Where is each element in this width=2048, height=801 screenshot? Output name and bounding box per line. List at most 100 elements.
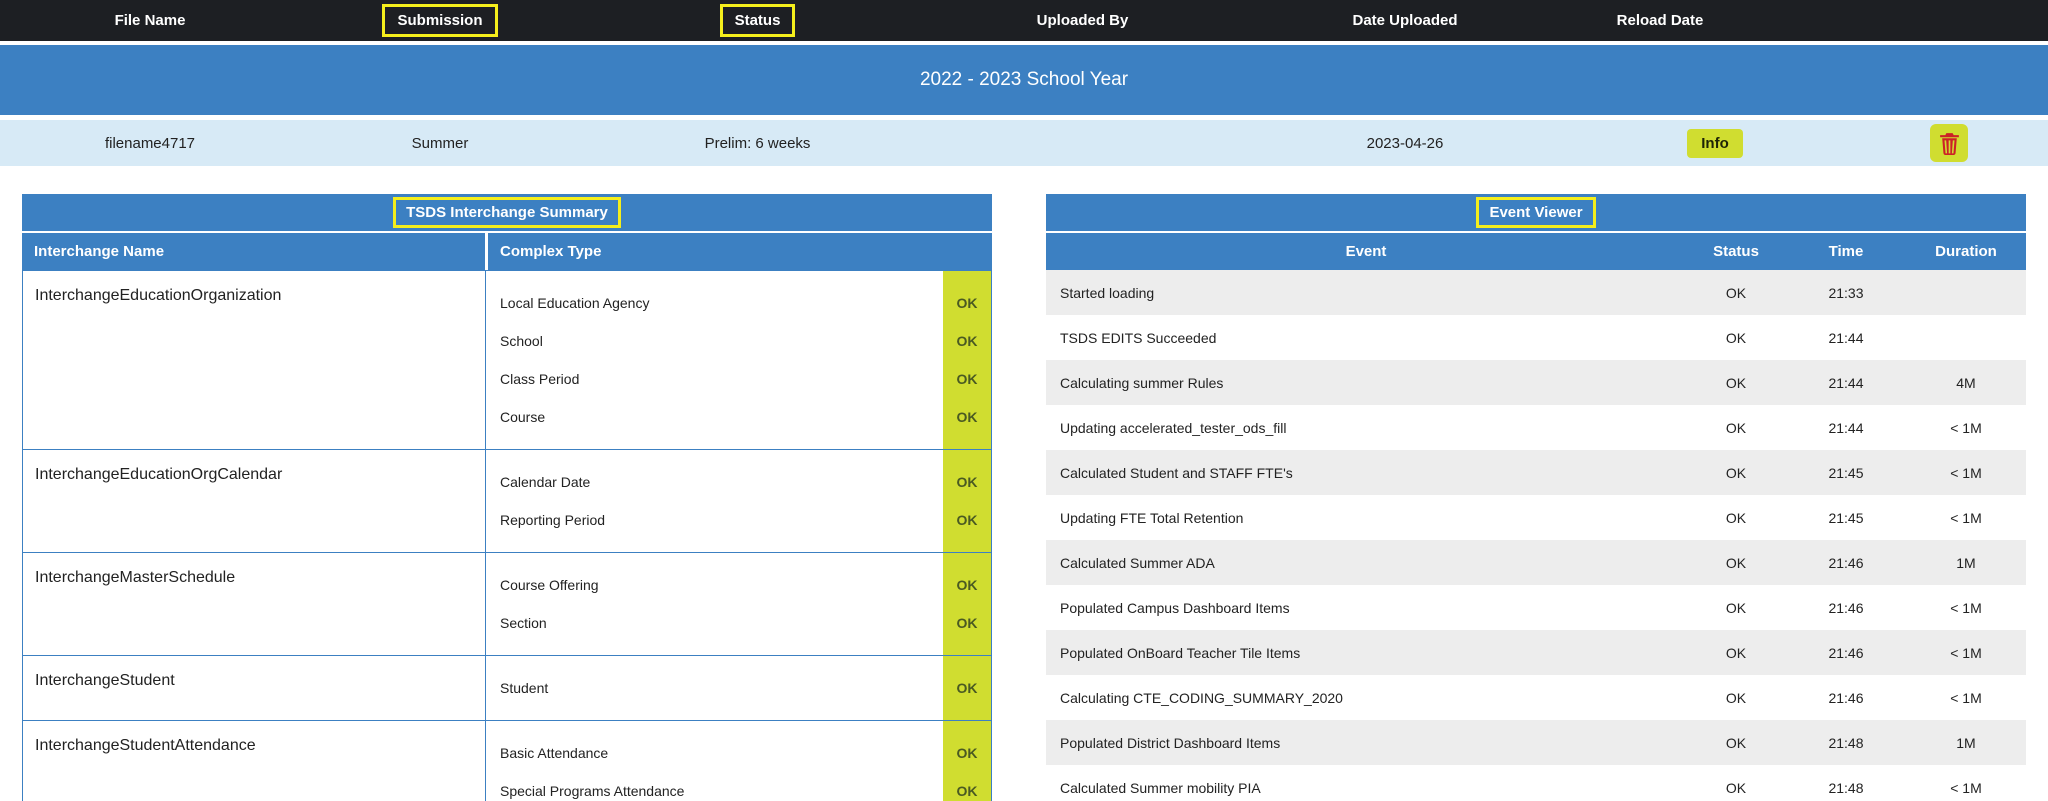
complex-type-row: Course Offering OK <box>486 566 991 604</box>
panels-area: TSDS Interchange Summary Interchange Nam… <box>0 166 2048 801</box>
status-cell: OK <box>1725 329 1747 346</box>
interchange-name: InterchangeEducationOrganization <box>23 271 486 449</box>
duration-cell: < 1M <box>1950 644 1982 661</box>
column-header-duration: Duration <box>1935 243 1997 260</box>
complex-type-list: Student OK <box>486 656 991 720</box>
complex-type-label: Special Programs Attendance <box>500 783 685 799</box>
complex-type-row: School OK <box>486 322 991 360</box>
interchange-row: InterchangeStudentAttendance Basic Atten… <box>23 720 991 801</box>
interchange-summary-highlight-box: TSDS Interchange Summary <box>393 197 621 228</box>
interchange-row: InterchangeMasterSchedule Course Offerin… <box>23 552 991 655</box>
event-cell: Calculating CTE_CODING_SUMMARY_2020 <box>1060 689 1343 706</box>
complex-type-label: Local Education Agency <box>500 295 650 311</box>
complex-type-label: Course <box>500 409 546 425</box>
time-cell: 21:33 <box>1828 284 1864 301</box>
event-cell: Updating FTE Total Retention <box>1060 509 1244 526</box>
status-cell: OK <box>1725 374 1747 391</box>
complex-type-status: OK <box>956 333 978 349</box>
event-viewer-panel: Event Viewer Event Status Time Duration … <box>1046 194 2026 801</box>
complex-type-label: Calendar Date <box>500 474 591 490</box>
file-table-header: File Name Submission Status Uploaded By … <box>0 0 2048 41</box>
event-row: Calculating CTE_CODING_SUMMARY_2020 OK 2… <box>1046 675 2026 720</box>
column-label: Submission <box>397 12 483 29</box>
interchange-row: InterchangeEducationOrganization Local E… <box>23 271 991 449</box>
event-viewer-title-bar: Event Viewer <box>1046 194 2026 231</box>
complex-type-status: OK <box>956 783 978 799</box>
event-row: Populated Campus Dashboard Items OK 21:4… <box>1046 585 2026 630</box>
duration-cell: < 1M <box>1950 779 1982 796</box>
time-cell: 21:44 <box>1828 419 1864 436</box>
status-cell: OK <box>1725 509 1747 526</box>
column-header-status: Status <box>580 4 935 37</box>
complex-type-label: Student <box>500 680 549 696</box>
column-header-date-uploaded: Date Uploaded <box>1230 12 1580 29</box>
status-cell: OK <box>1725 419 1747 436</box>
interchange-table-body: InterchangeEducationOrganization Local E… <box>22 270 992 801</box>
event-row: Calculated Summer mobility PIA OK 21:48 … <box>1046 765 2026 801</box>
interchange-name: InterchangeEducationOrgCalendar <box>23 450 486 552</box>
column-header-interchange-name: Interchange Name <box>22 233 485 270</box>
event-cell: Calculated Summer mobility PIA <box>1060 779 1261 796</box>
complex-type-list: Calendar Date OK Reporting Period OK <box>486 450 991 552</box>
status-cell: OK <box>1725 464 1747 481</box>
duration-cell: 1M <box>1956 734 1976 751</box>
status-cell: OK <box>1725 644 1747 661</box>
time-cell: 21:44 <box>1828 374 1864 391</box>
event-row: Updating accelerated_tester_ods_fill OK … <box>1046 405 2026 450</box>
event-row: TSDS EDITS Succeeded OK 21:44 <box>1046 315 2026 360</box>
school-year-banner: 2022 - 2023 School Year <box>0 45 2048 115</box>
complex-type-status: OK <box>956 295 978 311</box>
complex-type-status: OK <box>956 680 978 696</box>
time-cell: 21:44 <box>1828 329 1864 346</box>
interchange-row: InterchangeEducationOrgCalendar Calendar… <box>23 449 991 552</box>
complex-type-label: School <box>500 333 543 349</box>
complex-type-label: Section <box>500 615 547 631</box>
column-label: Uploaded By <box>1036 12 1129 29</box>
event-row: Calculating summer Rules OK 21:44 4M <box>1046 360 2026 405</box>
duration-cell: 1M <box>1956 554 1976 571</box>
date-uploaded-value: 2023-04-26 <box>1366 134 1444 152</box>
event-viewer-title: Event Viewer <box>1489 204 1583 221</box>
event-row: Populated OnBoard Teacher Tile Items OK … <box>1046 630 2026 675</box>
time-cell: 21:46 <box>1828 599 1864 616</box>
event-table-body: Started loading OK 21:33 TSDS EDITS Succ… <box>1046 270 2026 801</box>
event-cell: TSDS EDITS Succeeded <box>1060 329 1217 346</box>
complex-type-list: Basic Attendance OK Special Programs Att… <box>486 721 991 801</box>
submission-value: Summer <box>411 134 469 152</box>
complex-type-status: OK <box>956 371 978 387</box>
status-highlight-box: Status <box>719 4 796 37</box>
time-cell: 21:45 <box>1828 464 1864 481</box>
duration-cell: < 1M <box>1950 509 1982 526</box>
column-header-reload-date: Reload Date <box>1580 12 1740 29</box>
time-cell: 21:46 <box>1828 644 1864 661</box>
time-cell: 21:46 <box>1828 689 1864 706</box>
complex-type-label: Reporting Period <box>500 512 606 528</box>
complex-type-label: Course Offering <box>500 577 599 593</box>
column-label: Date Uploaded <box>1352 12 1458 29</box>
event-cell: Calculated Student and STAFF FTE's <box>1060 464 1293 481</box>
time-cell: 21:48 <box>1828 779 1864 796</box>
complex-type-row: Basic Attendance OK <box>486 734 991 772</box>
duration-cell: < 1M <box>1950 419 1982 436</box>
complex-type-status: OK <box>956 745 978 761</box>
delete-button[interactable] <box>1930 124 1968 162</box>
complex-type-row: Special Programs Attendance OK <box>486 772 991 801</box>
event-cell: Calculating summer Rules <box>1060 374 1224 391</box>
trash-icon <box>1939 132 1959 155</box>
event-cell: Updating accelerated_tester_ods_fill <box>1060 419 1287 436</box>
school-year-label: 2022 - 2023 School Year <box>919 69 1129 90</box>
complex-type-status: OK <box>956 577 978 593</box>
interchange-summary-panel: TSDS Interchange Summary Interchange Nam… <box>22 194 992 801</box>
status-cell: OK <box>1725 779 1747 796</box>
column-header-event: Event <box>1345 243 1387 260</box>
duration-cell: < 1M <box>1950 689 1982 706</box>
column-label: Status <box>734 12 781 29</box>
event-viewer-highlight-box: Event Viewer <box>1476 197 1596 228</box>
time-cell: 21:46 <box>1828 554 1864 571</box>
complex-type-row: Class Period OK <box>486 360 991 398</box>
interchange-summary-title-bar: TSDS Interchange Summary <box>22 194 992 231</box>
event-row: Started loading OK 21:33 <box>1046 270 2026 315</box>
event-cell: Populated Campus Dashboard Items <box>1060 599 1290 616</box>
complex-type-status: OK <box>956 409 978 425</box>
info-button[interactable]: Info <box>1687 128 1743 158</box>
